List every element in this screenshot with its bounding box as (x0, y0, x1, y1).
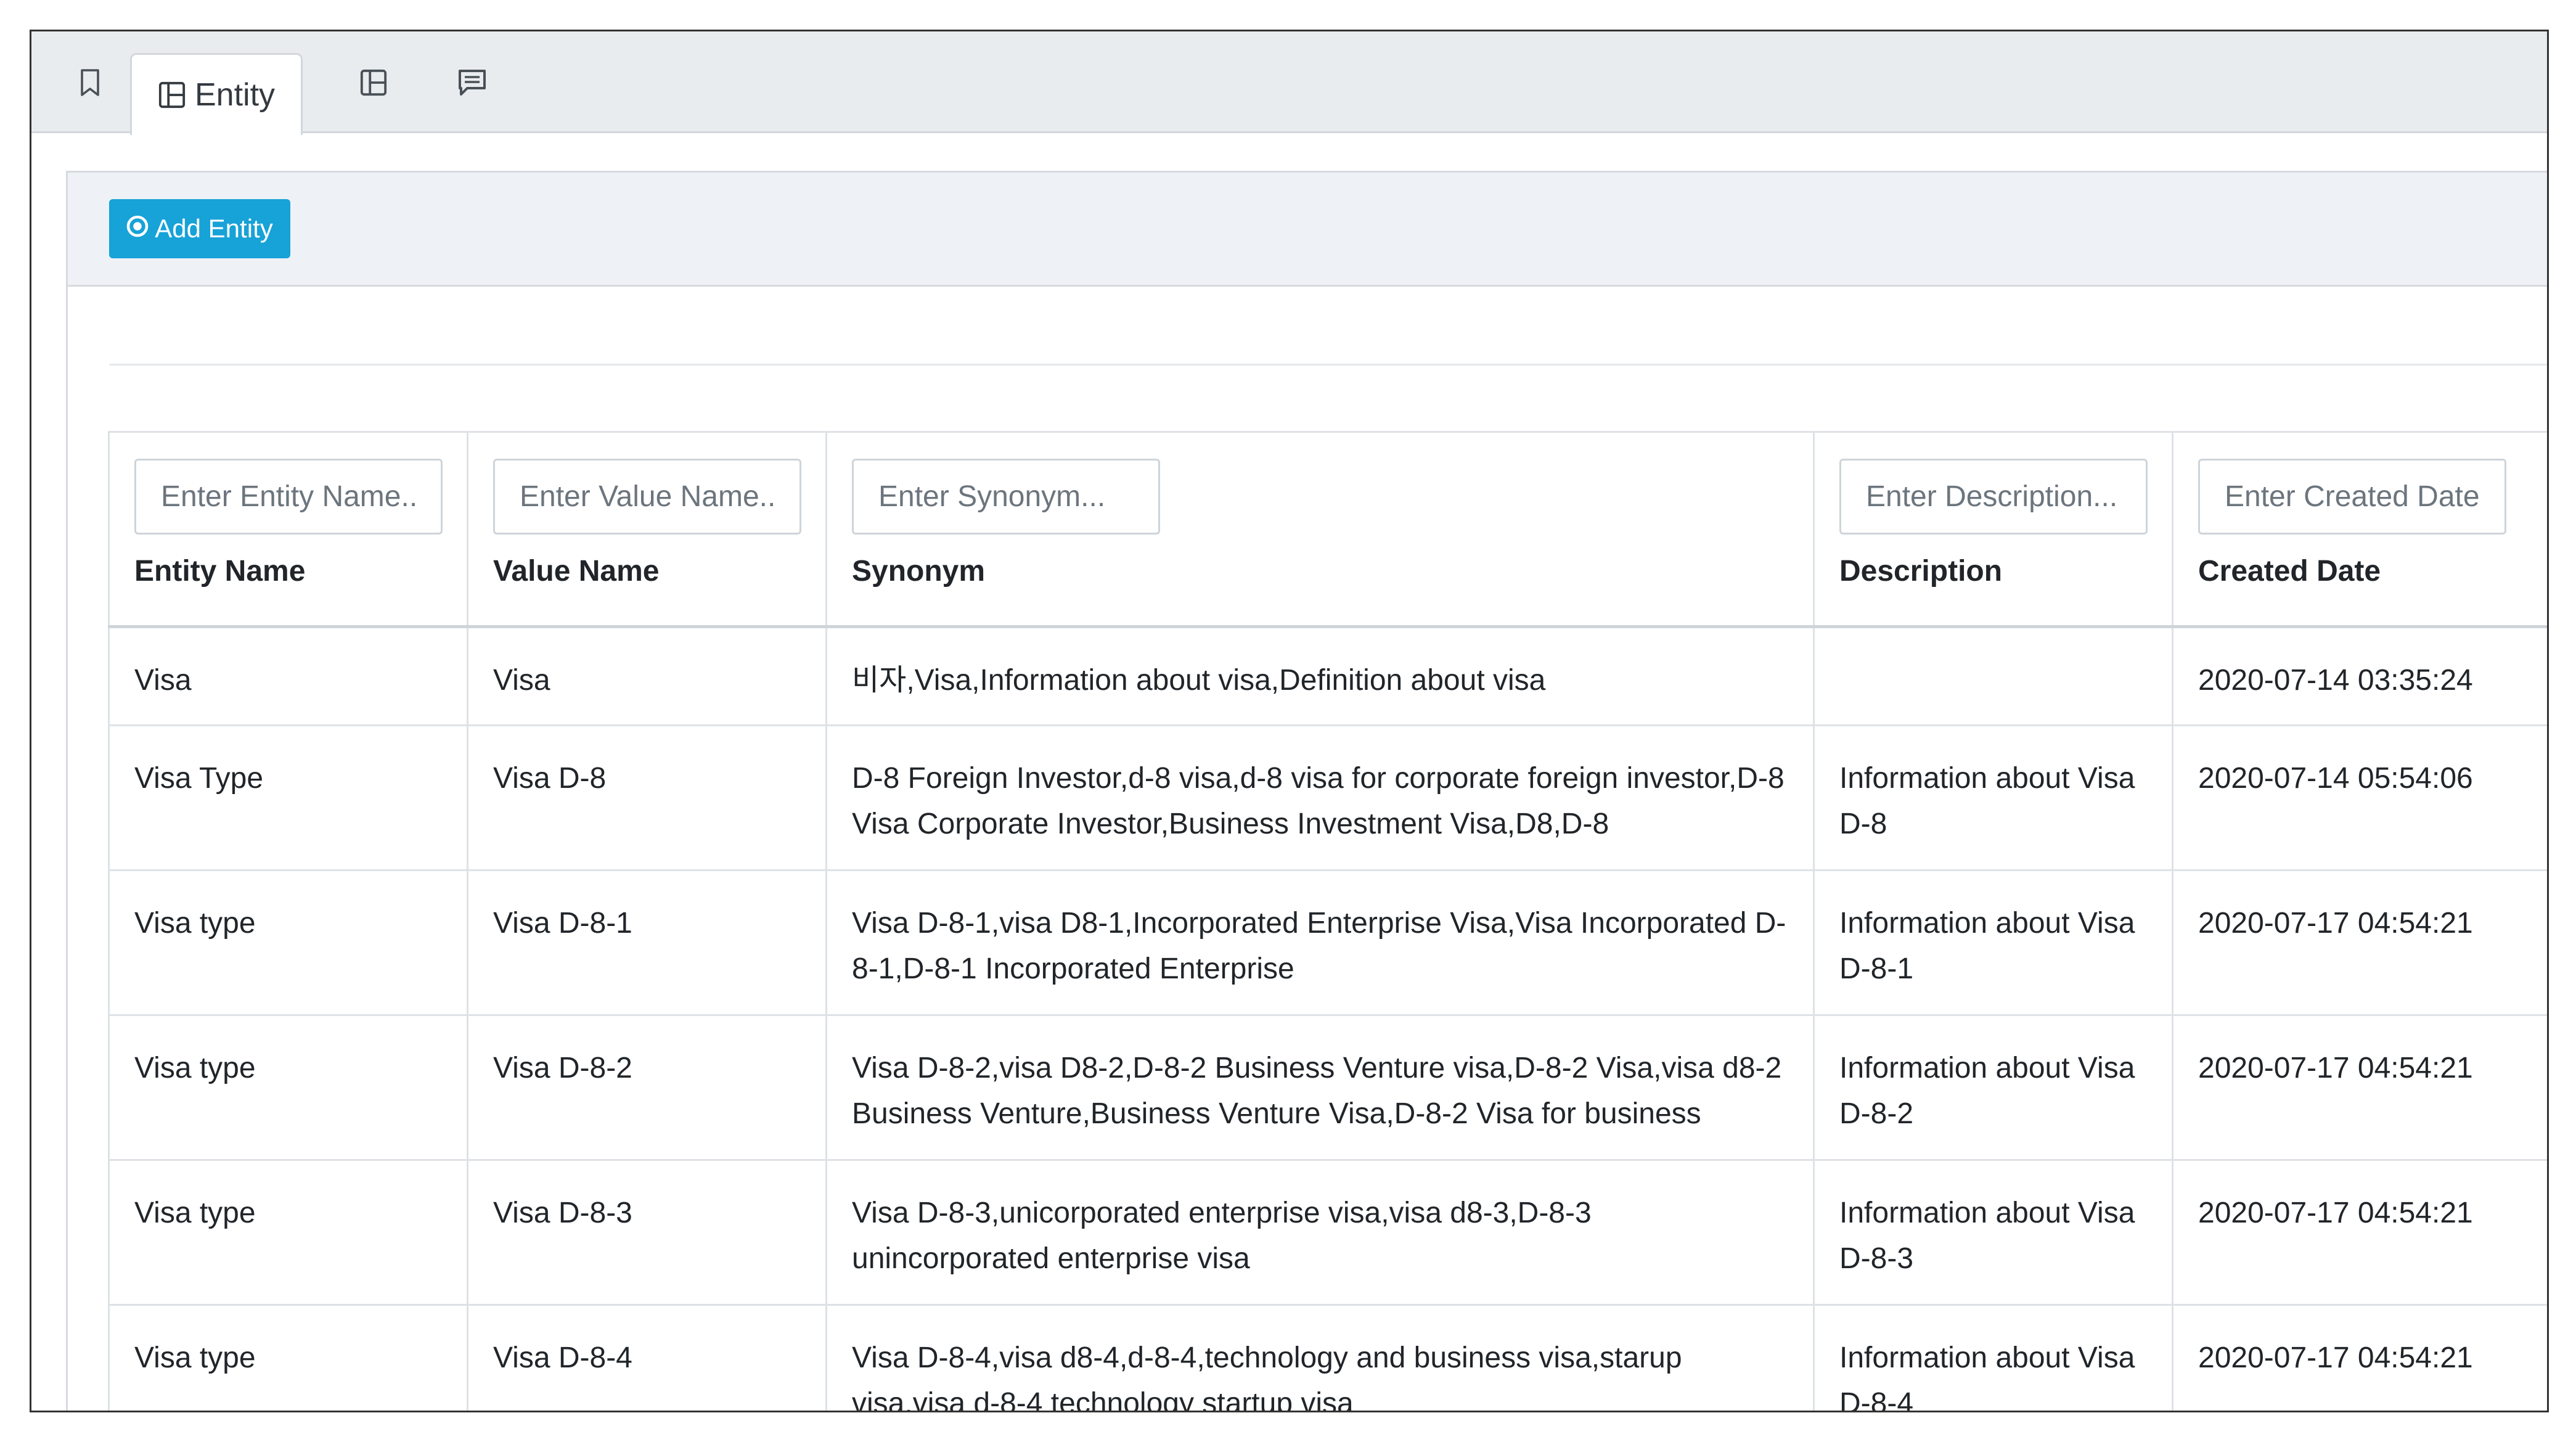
cell-description: Information about Visa D-8-3 (1813, 1159, 2173, 1306)
card-divider (109, 364, 2547, 366)
cell-entity-name: Visa (108, 626, 468, 726)
header-label: Entity Name (134, 555, 306, 588)
layout-icon (158, 81, 186, 109)
cell-entity-name: Visa type (108, 1304, 468, 1411)
cell-synonym: Visa D-8-1,visa D8-1,Incorporated Enterp… (825, 869, 1815, 1016)
cell-synonym: Visa D-8-2,visa D8-2,D-8-2 Business Vent… (825, 1014, 1815, 1161)
cell-created-date: 2020-07-14 05:54:06 (2172, 724, 2547, 871)
cell-value-name: Visa D-8-4 (467, 1304, 827, 1411)
cell-entity-name: Visa type (108, 1014, 468, 1161)
description-filter[interactable] (1839, 459, 2148, 535)
cell-value-name: Visa D-8-3 (467, 1159, 827, 1306)
cell-value-name: Visa D-8-2 (467, 1014, 827, 1161)
cell-description: Information about Visa D-8-2 (1813, 1014, 2173, 1161)
plus-circle-icon (126, 214, 155, 244)
add-entity-button[interactable]: Add Entity (109, 199, 290, 258)
table-row[interactable]: Visa type Visa D-8-2 Visa D-8-2,visa D8-… (108, 1014, 2547, 1161)
tab-entity[interactable]: Entity (130, 53, 303, 135)
cell-created-date: 2020-07-17 04:54:21 (2172, 1014, 2547, 1161)
entity-name-filter[interactable] (134, 459, 443, 535)
value-name-filter[interactable] (493, 459, 801, 535)
cell-entity-name: Visa type (108, 869, 468, 1016)
entity-table: Entity Name Value Name Synonym Descripti… (108, 431, 2547, 1411)
cell-value-name: Visa D-8-1 (467, 869, 827, 1016)
header-label: Description (1839, 555, 2003, 588)
cell-value-name: Visa (467, 626, 827, 726)
cell-synonym: 비자,Visa,Information about visa,Definitio… (825, 626, 1815, 726)
add-entity-label: Add Entity (155, 214, 273, 243)
cell-created-date: 2020-07-17 04:54:21 (2172, 1304, 2547, 1411)
table-row[interactable]: Visa type Visa D-8-3 Visa D-8-3,unicorpo… (108, 1159, 2547, 1306)
card-header: Add Entity (68, 173, 2547, 287)
table-row[interactable]: Visa type Visa D-8-1 Visa D-8-1,visa D8-… (108, 869, 2547, 1016)
header-label: Created Date (2198, 555, 2381, 588)
tab-bookmark[interactable] (56, 31, 124, 133)
message-icon (457, 68, 487, 97)
tab-messages[interactable] (438, 31, 506, 133)
cell-entity-name: Visa type (108, 1159, 468, 1306)
column-entity-name: Entity Name (108, 431, 468, 628)
tab-bar: Entity (31, 31, 2547, 135)
cell-created-date: 2020-07-17 04:54:21 (2172, 1159, 2547, 1306)
column-value-name: Value Name (467, 431, 827, 628)
cell-description: Information about Visa D-8-1 (1813, 869, 2173, 1016)
cell-created-date: 2020-07-17 04:54:21 (2172, 869, 2547, 1016)
cell-entity-name: Visa Type (108, 724, 468, 871)
header-label: Value Name (493, 555, 660, 588)
cell-synonym: Visa D-8-4,visa d8-4,d-8-4,technology an… (825, 1304, 1815, 1411)
cell-synonym: D-8 Foreign Investor,d-8 visa,d-8 visa f… (825, 724, 1815, 871)
created-date-filter[interactable] (2198, 459, 2506, 535)
cell-value-name: Visa D-8 (467, 724, 827, 871)
column-created-date: Created Date (2172, 431, 2547, 628)
header-label: Synonym (852, 555, 986, 588)
synonym-filter[interactable] (852, 459, 1160, 535)
column-description: Description (1813, 431, 2173, 628)
table-row[interactable]: Visa Type Visa D-8 D-8 Foreign Investor,… (108, 724, 2547, 871)
cell-synonym: Visa D-8-3,unicorporated enterprise visa… (825, 1159, 1815, 1306)
cell-description: Information about Visa D-8 (1813, 724, 2173, 871)
cell-created-date: 2020-07-14 03:35:24 (2172, 626, 2547, 726)
table-header-row: Entity Name Value Name Synonym Descripti… (108, 431, 2547, 628)
cell-description: Information about Visa D-8-4 (1813, 1304, 2173, 1411)
layout-icon (359, 68, 388, 97)
table-row[interactable]: Visa Visa 비자,Visa,Information about visa… (108, 626, 2547, 726)
tab-entity-label: Entity (194, 77, 276, 113)
column-synonym: Synonym (825, 431, 1815, 628)
app-frame: Entity Add Entity Enter Entity Name... E… (30, 30, 2549, 1412)
tab-layout[interactable] (340, 31, 407, 133)
bookmark-icon (80, 68, 100, 96)
cell-description (1813, 626, 2173, 726)
table-row[interactable]: Visa type Visa D-8-4 Visa D-8-4,visa d8-… (108, 1304, 2547, 1411)
